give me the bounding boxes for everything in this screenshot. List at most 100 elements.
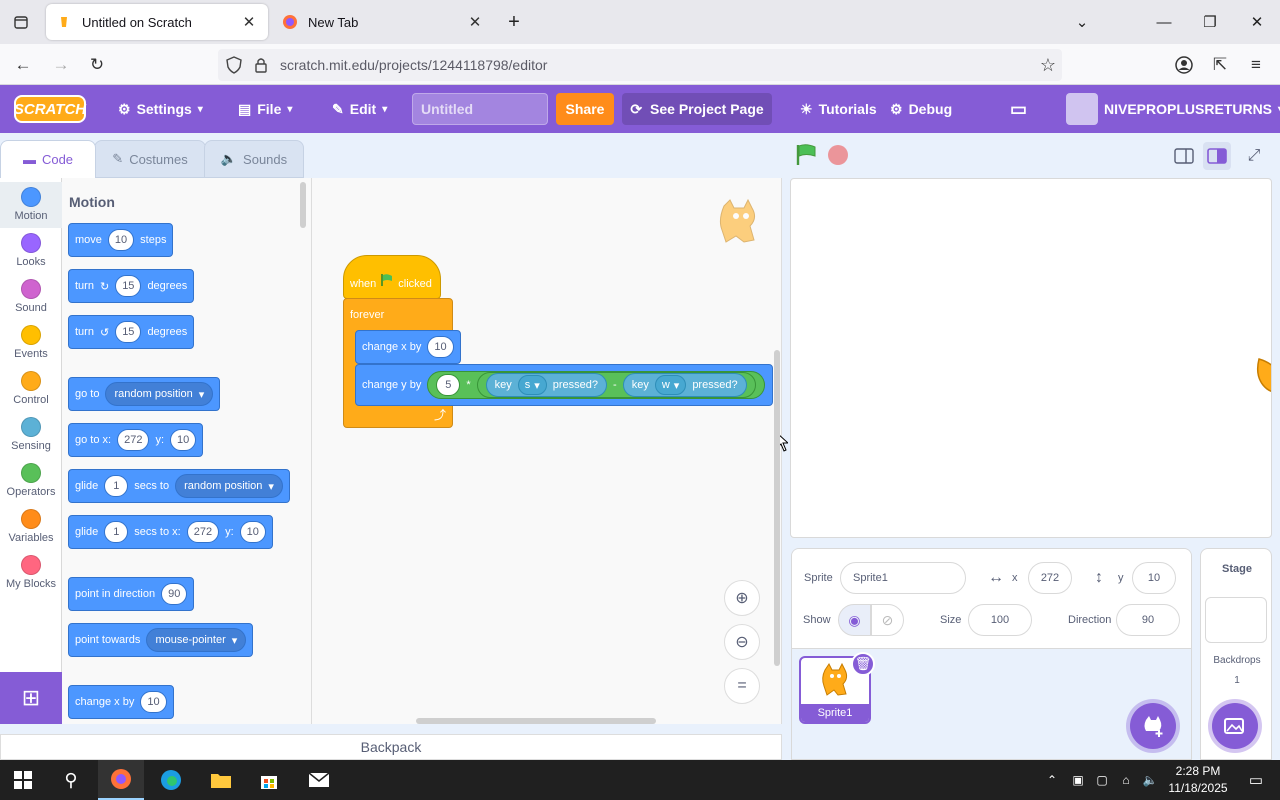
category-operators[interactable]: Operators: [0, 458, 62, 504]
debug-button[interactable]: ⚙ Debug: [890, 85, 952, 133]
extensions-icon[interactable]: ⇱: [1207, 52, 1233, 78]
block-input[interactable]: 1: [104, 521, 129, 543]
store-icon[interactable]: [246, 760, 292, 800]
category-looks[interactable]: Looks: [0, 228, 62, 274]
block-input[interactable]: 15: [115, 275, 142, 297]
block-input[interactable]: 10: [107, 229, 135, 251]
block-change-x[interactable]: change x by 10: [68, 685, 174, 719]
new-tab-icon[interactable]: +: [502, 10, 526, 34]
category-variables[interactable]: Variables: [0, 504, 62, 550]
tray-chevron-up-icon[interactable]: ⌃: [1040, 760, 1064, 800]
address-bar[interactable]: scratch.mit.edu/projects/1244118798/edit…: [218, 49, 1062, 81]
close-tab-icon[interactable]: ✕: [240, 13, 258, 31]
show-hidden-button[interactable]: ⊘: [871, 604, 904, 636]
add-backdrop-button[interactable]: [1212, 703, 1258, 749]
script-horizontal-scrollbar[interactable]: [416, 718, 656, 724]
block-turn-left[interactable]: turn ↺ 15 degrees: [68, 315, 195, 349]
category-my-blocks[interactable]: My Blocks: [0, 550, 62, 596]
tab-sounds[interactable]: 🔈 Sounds: [204, 140, 304, 178]
edge-taskbar-icon[interactable]: [148, 760, 194, 800]
y-input[interactable]: 10: [1132, 562, 1176, 594]
block-dropdown[interactable]: random position ▾: [105, 382, 214, 406]
project-title-input[interactable]: Untitled: [412, 93, 548, 125]
subtract-operator-block[interactable]: key s ▾ pressed? - key w ▾ pressed?: [476, 372, 756, 398]
settings-menu[interactable]: ⚙ Settings ▾: [118, 85, 203, 133]
close-window-icon[interactable]: ✕: [1245, 10, 1269, 34]
reload-icon[interactable]: ↻: [84, 52, 110, 78]
script-vertical-scrollbar[interactable]: [774, 350, 780, 666]
block-input[interactable]: 272: [117, 429, 150, 451]
forward-arrow-icon[interactable]: →: [48, 52, 74, 78]
my-stuff-folder-icon[interactable]: ▭: [1010, 85, 1027, 133]
block-input[interactable]: 1: [104, 475, 129, 497]
tray-display-icon[interactable]: ▢: [1090, 760, 1114, 800]
tab-scratch[interactable]: Untitled on Scratch ✕: [46, 4, 268, 40]
key-pressed-block-s[interactable]: key s ▾ pressed?: [485, 373, 608, 397]
block-input[interactable]: 15: [115, 321, 142, 343]
file-menu[interactable]: ▤ File ▾: [238, 85, 292, 133]
see-project-page-button[interactable]: ⟳ See Project Page: [622, 93, 772, 125]
volume-icon[interactable]: 🔈: [1138, 760, 1162, 800]
stop-button[interactable]: [828, 145, 848, 165]
add-extension-button[interactable]: ⊞: [0, 672, 62, 724]
block-input[interactable]: 90: [161, 583, 188, 605]
block-input[interactable]: 5: [436, 374, 461, 396]
restore-icon[interactable]: ❐: [1198, 10, 1222, 34]
block-change-y-script[interactable]: change y by 5 * key s ▾ pressed? - key w ▾…: [355, 364, 773, 406]
share-button[interactable]: Share: [556, 93, 614, 125]
firefox-taskbar-icon[interactable]: [98, 760, 144, 800]
mail-icon[interactable]: [296, 760, 342, 800]
normal-stage-button[interactable]: [1203, 142, 1231, 170]
category-control[interactable]: Control: [0, 366, 62, 412]
zoom-out-button[interactable]: ⊖: [724, 624, 760, 660]
stage-canvas[interactable]: [790, 178, 1272, 538]
block-point-direction[interactable]: point in direction 90: [68, 577, 195, 611]
hamburger-menu-icon[interactable]: ≡: [1243, 52, 1269, 78]
block-input[interactable]: 10: [427, 336, 454, 358]
backpack[interactable]: Backpack: [0, 734, 782, 760]
category-events[interactable]: Events: [0, 320, 62, 366]
zoom-reset-button[interactable]: =: [724, 668, 760, 704]
block-glide-to[interactable]: glide 1 secs to random position ▾: [68, 469, 290, 503]
account-icon[interactable]: [1171, 52, 1197, 78]
x-input[interactable]: 272: [1028, 562, 1072, 594]
block-dropdown[interactable]: mouse-pointer ▾: [146, 628, 247, 652]
tutorials-button[interactable]: ☀ Tutorials: [800, 85, 877, 133]
sprite-on-stage[interactable]: [1253, 355, 1271, 399]
direction-input[interactable]: 90: [1116, 604, 1180, 636]
block-change-x-script[interactable]: change x by 10: [355, 330, 461, 364]
sprite-name-input[interactable]: Sprite1: [840, 562, 966, 594]
palette-scrollbar[interactable]: [300, 182, 306, 228]
show-visible-button[interactable]: ◉: [838, 604, 871, 636]
notifications-icon[interactable]: ▭: [1236, 760, 1276, 800]
delete-sprite-button[interactable]: 🗑: [851, 652, 875, 676]
green-flag-button[interactable]: [794, 143, 818, 170]
block-dropdown[interactable]: random position ▾: [175, 474, 283, 498]
key-dropdown[interactable]: s ▾: [517, 375, 547, 395]
block-go-to-xy[interactable]: go to x: 272 y: 10: [68, 423, 204, 457]
when-flag-clicked-block[interactable]: when clicked: [343, 255, 441, 299]
network-icon[interactable]: ⌂: [1114, 760, 1138, 800]
multiply-operator-block[interactable]: 5 * key s ▾ pressed? - key w ▾ pressed?: [427, 371, 765, 399]
taskbar-clock[interactable]: 2:28 PM 11/18/2025: [1160, 763, 1236, 797]
category-sensing[interactable]: Sensing: [0, 412, 62, 458]
search-icon[interactable]: ⚲: [48, 760, 94, 800]
tab-costumes[interactable]: ✎ Costumes: [94, 140, 206, 178]
scratch-logo[interactable]: SCRATCH: [14, 95, 86, 123]
windows-start-icon[interactable]: [0, 760, 46, 800]
tray-app-icon[interactable]: ▣: [1066, 760, 1090, 800]
small-stage-button[interactable]: [1170, 142, 1198, 170]
block-input[interactable]: 10: [140, 691, 167, 713]
category-sound[interactable]: Sound: [0, 274, 62, 320]
lock-icon[interactable]: [254, 56, 268, 77]
key-dropdown[interactable]: w ▾: [654, 375, 687, 395]
block-input[interactable]: 10: [170, 429, 197, 451]
minimize-icon[interactable]: —: [1152, 10, 1176, 34]
zoom-in-button[interactable]: ⊕: [724, 580, 760, 616]
tab-code[interactable]: ▬ Code: [0, 140, 96, 178]
stage-thumbnail[interactable]: [1205, 597, 1267, 643]
fullscreen-button[interactable]: ⤢: [1240, 142, 1268, 170]
star-bookmark-icon[interactable]: ☆: [1040, 55, 1056, 76]
block-turn-right[interactable]: turn ↻ 15 degrees: [68, 269, 195, 303]
tab-list-icon[interactable]: [8, 9, 34, 35]
